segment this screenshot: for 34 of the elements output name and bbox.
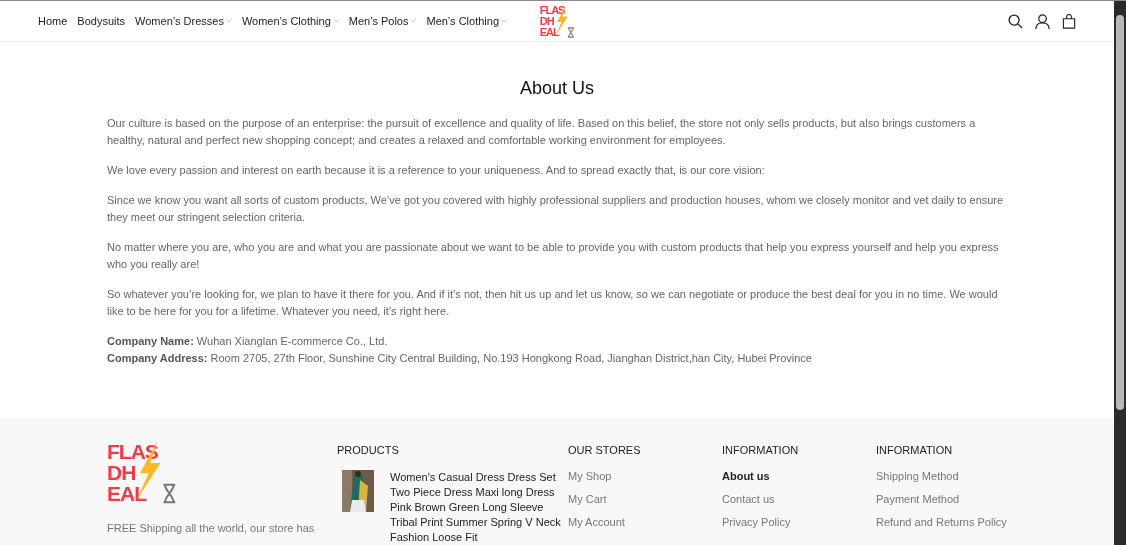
nav-link[interactable]: Home (38, 15, 68, 27)
paragraph: We love every passion and interest on earth because it is a reference to your uniqueness. And to spread exactly that, is our core vision: (107, 163, 766, 178)
nav-link[interactable]: Women’s Dresses (135, 15, 232, 27)
logo[interactable]: FLAS DH EAL (539, 4, 575, 38)
paragraph: Our culture is based on the purpose of an enterprise: the pursuit of excellence and quality of life. Based on this belief, the store not only sells products, but also brings customers a healthy, natural and perfect new shopping concept; and creates a relaxed and comfortable working environment for employees. (107, 116, 977, 148)
paragraph: Since we know you want all sorts of custom products, We’ve got you covered with highly professional suppliers and production houses, whom we closely monitor and vet daily to ensure they meet our stringent selection criteria. (107, 193, 1005, 225)
column-heading: INFORMATION (722, 444, 800, 456)
tagline: FREE Shipping all the world, our store has (107, 522, 316, 534)
nav-link[interactable]: Women’s Clothing (241, 15, 339, 27)
footer-link[interactable]: Payment Method (876, 493, 1007, 505)
company-info: Company Name: Wuhan Xianglan E-commerce Co., Ltd. (107, 334, 389, 349)
nav-link[interactable]: Bodysuits (77, 15, 126, 27)
footer-link[interactable]: My Account (568, 516, 722, 528)
paragraph: No matter where you are, who you are and what you are passionate about we want to be able to provide you with custom products that help you express yourself and help you express who you really are! (107, 240, 1000, 272)
footer-link[interactable]: Privacy Policy (722, 516, 876, 528)
footer-link[interactable]: Shipping Method (876, 470, 1007, 482)
footer-link[interactable]: About us (722, 470, 876, 482)
search-icon[interactable] (1008, 13, 1023, 29)
footer-link[interactable]: My Cart (568, 493, 722, 505)
column-heading: PRODUCTS (337, 444, 400, 456)
user-icon[interactable] (1035, 13, 1050, 29)
footer-link[interactable]: Refund and Returns Policy (876, 516, 1007, 528)
footer-link[interactable]: Contact us (722, 493, 876, 505)
paragraph: So whatever you’re looking for, we plan to have it there for you. And if it’s not, then hit us up and let us know, so we can negotiate or produce the best deal for you in no time. We would like to be here for you for a lifetime. Whatever you need, it’s right here. (107, 287, 999, 319)
company-info: Company Address: Room 2705, 27th Floor, Sunshine City Central Building, No.193 Hongkong Road, Jianghan District,han City, Hubei Province (107, 351, 813, 366)
footer-link[interactable]: My Shop (568, 470, 722, 482)
column-heading: OUR STORES (568, 444, 642, 456)
page-title: About Us (518, 78, 595, 99)
shopping-bag-icon[interactable] (1062, 13, 1076, 29)
nav-link[interactable]: Men’s Clothing (426, 15, 508, 27)
product-link[interactable]: Women's Casual Dress Dress Set Two Piece Dress Maxi long Dress Pink Brown Green Long Sleeve Tribal Print Summer Spring V Neck Fashion Loose Fit (390, 470, 562, 545)
nav-link[interactable]: Men’s Polos (348, 15, 417, 27)
scrollbar[interactable] (1114, 1, 1126, 545)
column-heading: INFORMATION (876, 444, 954, 456)
